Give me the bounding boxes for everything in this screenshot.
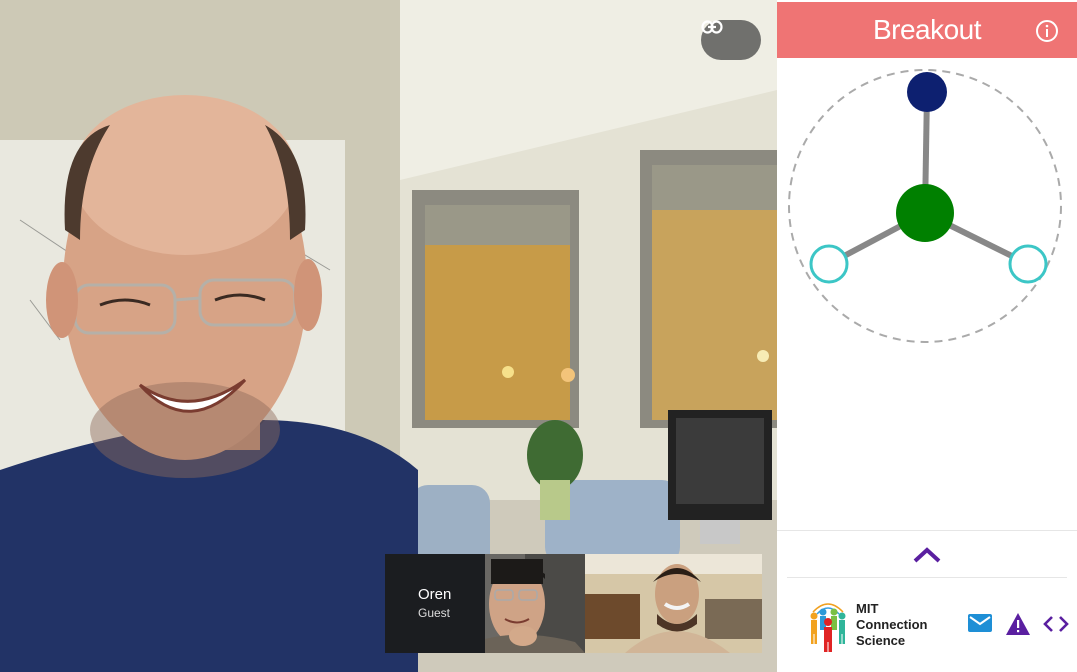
participant-node <box>1008 244 1048 284</box>
chevron-up-icon <box>913 547 941 563</box>
mail-icon[interactable] <box>967 613 993 633</box>
copy-link-button[interactable] <box>701 20 761 60</box>
participant-video <box>485 554 585 653</box>
participant-filmstrip: Oren Guest <box>385 554 762 653</box>
participant-tile[interactable] <box>585 554 762 653</box>
center-node <box>896 184 954 242</box>
divider <box>777 530 1077 531</box>
panel-header: Breakout <box>777 2 1077 58</box>
panel-title: Breakout <box>872 14 982 45</box>
main-video-feed: Oren Guest <box>0 0 777 672</box>
participant-tile[interactable] <box>485 554 585 653</box>
guest-name: Oren <box>418 586 452 603</box>
panel-footer: MIT Connection Science <box>777 590 1077 660</box>
participant-node <box>907 72 947 112</box>
expand-button[interactable] <box>910 542 944 568</box>
info-circle-icon[interactable] <box>1035 19 1059 43</box>
video-call-app: Oren Guest Breakout MIT Connection Scien… <box>0 0 1077 672</box>
link-icon <box>701 20 723 34</box>
org-name: MIT Connection Science <box>856 601 928 649</box>
participant-video <box>585 554 762 653</box>
code-icon[interactable] <box>1043 614 1069 634</box>
org-name-line: Connection <box>856 617 928 632</box>
divider <box>787 577 1067 578</box>
warning-icon[interactable] <box>1005 612 1031 636</box>
participant-node <box>809 244 849 284</box>
mit-connection-science-logo <box>810 603 846 652</box>
breakout-panel: Breakout MIT Connection Science <box>777 0 1077 672</box>
org-name-line: MIT <box>856 601 879 616</box>
guest-tile[interactable]: Oren Guest <box>385 554 485 653</box>
org-name-line: Science <box>856 633 906 648</box>
meeting-network-graph <box>788 69 1062 343</box>
guest-role: Guest <box>418 606 451 620</box>
